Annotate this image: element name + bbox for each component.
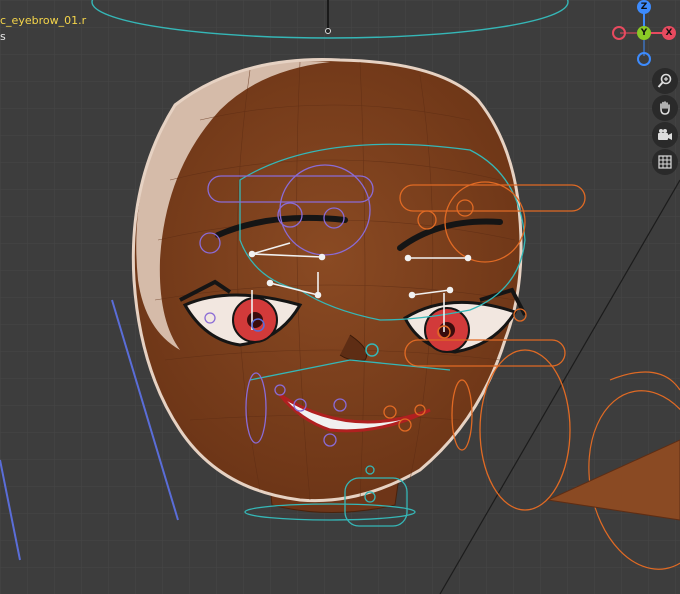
zoom-button[interactable] <box>652 68 678 94</box>
gizmo-z-axis[interactable]: Z <box>637 0 651 14</box>
zoom-icon <box>657 73 672 88</box>
scene-canvas[interactable] <box>0 0 680 594</box>
active-bone-label: c_eyebrow_01.r <box>0 14 87 27</box>
3d-viewport[interactable]: c_eyebrow_01.r s Z Y X <box>0 0 680 594</box>
gizmo-neg-x-axis[interactable] <box>612 26 626 40</box>
hud-info-line: s <box>0 30 6 43</box>
ortho-toggle-button[interactable] <box>652 149 678 175</box>
pupil-right <box>439 322 455 338</box>
gizmo-y-axis[interactable]: Y <box>637 26 651 40</box>
hand-pan-icon <box>660 101 670 115</box>
navigation-gizmo[interactable]: Z Y X <box>606 0 680 66</box>
camera-view-icon <box>658 129 672 140</box>
camera-view-button[interactable] <box>652 122 678 148</box>
gizmo-neg-z-axis[interactable] <box>637 52 651 66</box>
gizmo-x-axis[interactable]: X <box>662 26 676 40</box>
pan-button[interactable] <box>652 95 678 121</box>
grid-ortho-icon <box>658 155 672 169</box>
head-bone-joint <box>325 28 331 34</box>
